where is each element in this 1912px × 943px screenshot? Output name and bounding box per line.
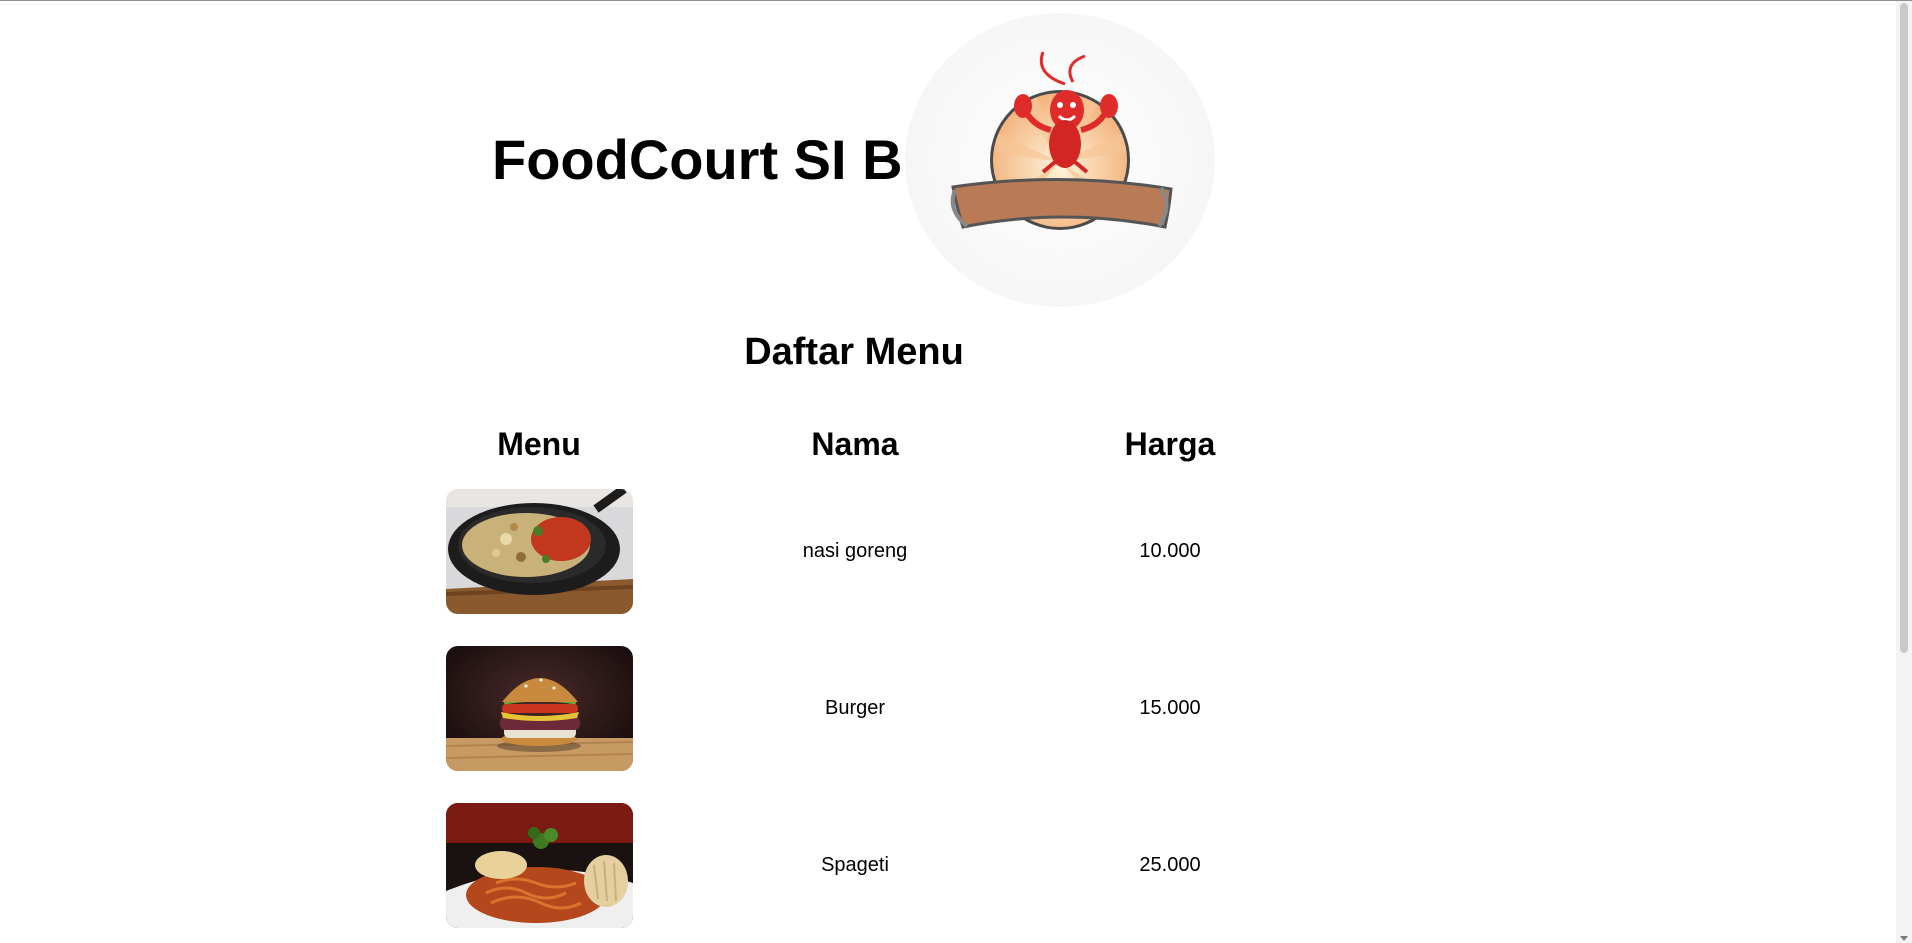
menu-item-name: Spageti: [821, 854, 889, 876]
menu-item-price: 25.000: [1139, 854, 1201, 876]
spaghetti-photo: [446, 803, 633, 928]
page: FoodCourt SI B Daftar Menu Menu Nama Har…: [0, 0, 1896, 943]
fried-rice-photo: [446, 489, 633, 614]
column-header-nama: Nama: [811, 426, 899, 462]
menu-section-title: Daftar Menu: [744, 331, 964, 373]
scroll-down-arrow-icon[interactable]: [1900, 936, 1908, 941]
menu-item-price: 10.000: [1139, 540, 1201, 562]
lobster-mascot-icon: [905, 12, 1215, 307]
menu-item-price: 15.000: [1139, 697, 1201, 719]
menu-item-name: Burger: [824, 697, 886, 719]
burger-photo: [446, 646, 633, 771]
menu-row: Burger 15.000: [0, 646, 1896, 771]
menu-row: Spageti 25.000: [0, 803, 1896, 928]
vertical-scrollbar[interactable]: [1896, 1, 1912, 943]
site-title: FoodCourt SI B: [492, 128, 903, 191]
menu-item-name: nasi goreng: [802, 540, 908, 562]
menu-row: nasi goreng 10.000: [0, 489, 1896, 614]
scrollbar-thumb[interactable]: [1900, 3, 1908, 653]
column-header-menu: Menu: [497, 426, 581, 462]
column-header-harga: Harga: [1124, 426, 1216, 462]
